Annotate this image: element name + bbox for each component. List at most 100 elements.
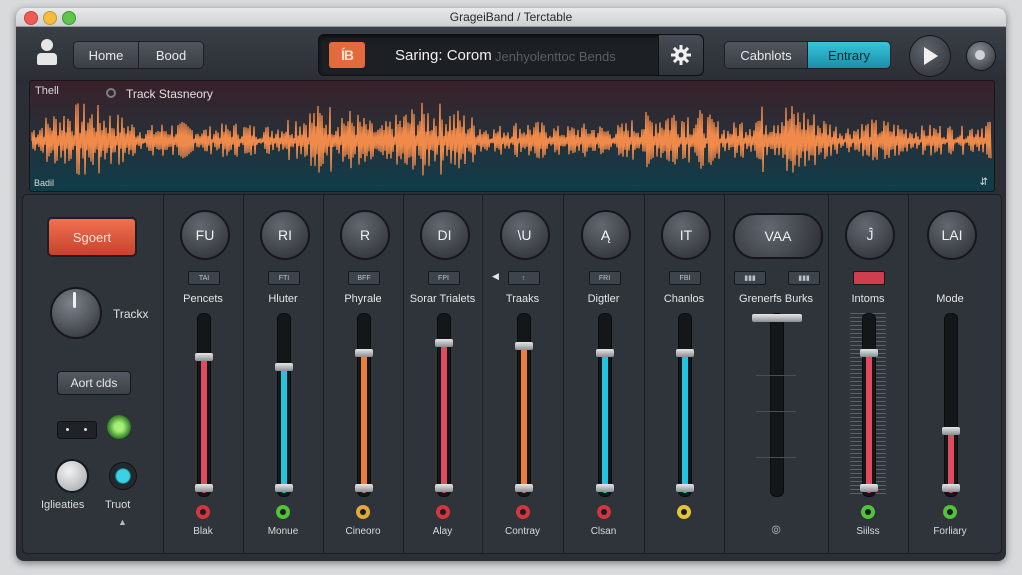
channel-pan-knob[interactable]: LAI <box>927 210 977 260</box>
channel-pan-knob[interactable]: Ą <box>580 210 631 260</box>
fader-bottom-handle[interactable] <box>676 484 694 492</box>
fader-bottom-handle[interactable] <box>860 484 878 492</box>
tracks-knob[interactable] <box>50 287 102 339</box>
cyan-round-button[interactable] <box>109 462 137 490</box>
waveform-path <box>31 102 992 176</box>
window-title: GrageiBand / Terctable <box>449 10 573 24</box>
channel-status-led[interactable] <box>276 505 290 519</box>
volume-fader[interactable] <box>275 313 293 497</box>
channel-name: Pencets <box>183 293 223 305</box>
channel-name: Digtler <box>587 293 620 305</box>
nav-segmented-control: Home Bood <box>73 41 204 69</box>
fader-level <box>682 352 688 493</box>
fader-handle[interactable] <box>195 353 213 361</box>
channel-status-led[interactable] <box>943 505 957 519</box>
fader-bottom-handle[interactable] <box>595 484 614 492</box>
fader-bottom-handle[interactable] <box>942 484 960 492</box>
channel-strip: LAI Mode Forliary <box>908 195 992 553</box>
tab-bood[interactable]: Bood <box>138 42 203 68</box>
channel-status-led[interactable] <box>596 505 611 519</box>
channel-name: Sorar Trialets <box>409 293 476 305</box>
left-label: Iglieaties <box>41 499 85 511</box>
channel-tag: ↑ <box>507 271 540 285</box>
fader-handle[interactable] <box>275 363 293 371</box>
channel-name: Traaks <box>505 293 540 305</box>
channel-tag <box>853 271 885 285</box>
channel-name: Hluter <box>268 293 298 305</box>
right-label: Truot <box>105 499 131 511</box>
mixer-left-panel: Sgoert Trackx Aort clds Iglieaties Truot… <box>23 195 164 553</box>
tab-entrary[interactable]: Entrary <box>807 42 890 68</box>
channel-tag: FRI <box>588 271 621 285</box>
white-round-button[interactable] <box>55 459 89 493</box>
title-bar: GrageiBand / Terctable <box>16 8 1006 27</box>
channel-strip: DI FPI Sorar Trialets Alay <box>403 195 483 553</box>
channel-status-led[interactable] <box>515 505 530 519</box>
channel-status-led[interactable] <box>861 505 875 519</box>
channel-pan-knob[interactable]: R <box>340 210 390 260</box>
channel-pan-knob[interactable]: DI <box>419 210 470 260</box>
fader-bottom-handle[interactable] <box>275 484 293 492</box>
waveform-display[interactable]: Thell Track Stasneory Badil ⇵ <box>29 80 995 192</box>
channel-pan-knob[interactable]: VAA <box>733 213 823 259</box>
play-button[interactable] <box>909 35 951 77</box>
knob-label: Trackx <box>113 307 149 321</box>
volume-fader[interactable] <box>355 313 373 497</box>
tab-cabnlots[interactable]: Cabnlots <box>725 42 807 68</box>
volume-fader[interactable] <box>595 313 614 497</box>
channel-footer-label: Forliary <box>933 526 967 537</box>
channel-tag: FTI <box>268 271 300 285</box>
volume-fader[interactable] <box>860 313 878 497</box>
channel-status-led[interactable] <box>356 505 370 519</box>
channel-footer-label: Clsan <box>590 526 617 537</box>
channel-pan-knob[interactable]: Ĵ <box>845 210 895 260</box>
fader-bottom-handle[interactable] <box>355 484 373 492</box>
channel-tag-right: ▮▮▮ <box>788 271 820 285</box>
fader-handle[interactable] <box>434 339 453 347</box>
fader-handle[interactable] <box>752 314 802 322</box>
app-window: GrageiBand / Terctable Home Bood ÍB Sari… <box>16 8 1006 561</box>
fader-handle[interactable] <box>595 349 614 357</box>
channel-name: Intoms <box>851 293 885 305</box>
power-led-button[interactable] <box>107 415 131 439</box>
caret-up-icon[interactable]: ▲ <box>118 517 127 527</box>
master-volume-knob[interactable] <box>966 41 996 71</box>
fader-handle[interactable] <box>355 349 373 357</box>
channel-pan-knob[interactable]: \U <box>499 210 550 260</box>
fader-handle[interactable] <box>676 349 694 357</box>
user-icon[interactable] <box>36 39 58 69</box>
channel-footer-icon[interactable]: ⦾ <box>724 523 828 538</box>
fader-bottom-handle[interactable] <box>514 484 533 492</box>
volume-fader[interactable] <box>434 313 453 497</box>
settings-button[interactable] <box>658 35 703 75</box>
add-clip-button[interactable]: Aort clds <box>57 371 131 395</box>
record-dot-icon <box>106 88 116 98</box>
volume-fader[interactable] <box>942 313 960 497</box>
volume-fader[interactable] <box>195 313 213 497</box>
tab-home[interactable]: Home <box>74 42 138 68</box>
channel-status-led[interactable] <box>677 505 691 519</box>
channel-strip: FU TAI Pencets Blak <box>163 195 244 553</box>
fader-handle[interactable] <box>514 342 533 350</box>
fader-handle[interactable] <box>942 427 960 435</box>
fader-bottom-handle[interactable] <box>434 484 453 492</box>
waveform-tag: Thell <box>35 85 59 97</box>
waveform-bottom-label: Badil <box>34 178 55 188</box>
channel-strip: RI FTI Hluter Monue <box>243 195 324 553</box>
channel-pan-knob[interactable]: IT <box>661 210 711 260</box>
volume-fader[interactable] <box>676 313 694 497</box>
channel-pan-knob[interactable]: FU <box>180 210 230 260</box>
channel-pan-knob[interactable]: RI <box>260 210 310 260</box>
channel-strip: VAA ▮▮▮ ▮▮▮ Grenerfs Burks ⦾ <box>724 195 829 553</box>
fader-handle[interactable] <box>860 349 878 357</box>
fader-bottom-handle[interactable] <box>195 484 213 492</box>
record-button[interactable]: Sgoert <box>47 217 137 257</box>
gear-icon <box>671 45 691 65</box>
channel-status-led[interactable] <box>196 505 210 519</box>
resize-icon[interactable]: ⇵ <box>980 177 988 188</box>
mini-toggle[interactable] <box>57 421 97 439</box>
channel-status-led[interactable] <box>435 505 450 519</box>
fader-level <box>520 345 527 493</box>
volume-fader[interactable] <box>514 313 533 497</box>
volume-fader[interactable] <box>752 313 802 497</box>
